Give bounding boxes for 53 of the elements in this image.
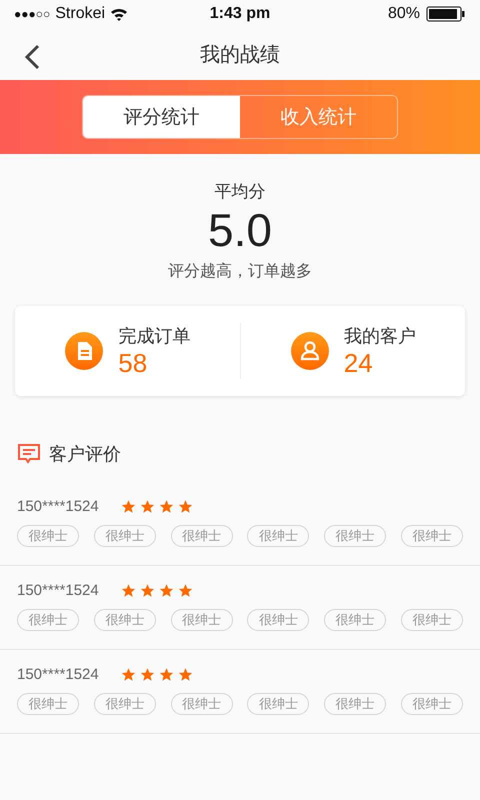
star-icon (120, 667, 136, 682)
score-value: 5.0 (208, 203, 272, 257)
carrier-name: Strokei (55, 5, 106, 23)
review-tag: 很绅士 (247, 609, 310, 631)
back-icon (24, 44, 40, 70)
star-icon (120, 583, 136, 598)
stat-value: 58 (118, 348, 148, 378)
stat-label: 我的客户 (344, 325, 416, 348)
review-tag: 很绅士 (247, 693, 310, 715)
review-tag: 很绅士 (324, 693, 386, 715)
review-tag: 很绅士 (247, 525, 310, 547)
review-tag: 很绅士 (400, 525, 463, 547)
battery-percent: 80% (388, 5, 420, 23)
section-title: 客户评价 (49, 443, 121, 466)
review-tag: 很绅士 (170, 525, 233, 547)
review-tag: 很绅士 (17, 609, 79, 631)
review-tag: 很绅士 (94, 609, 156, 631)
person-icon (290, 331, 330, 371)
page-title: 我的战绩 (200, 40, 280, 68)
star-icon (178, 499, 193, 514)
document-icon (64, 331, 104, 371)
star-icon (158, 583, 174, 598)
review-tag: 很绅士 (170, 693, 233, 715)
star-icon (178, 667, 193, 682)
signal-strength: ●●●○○ (14, 7, 50, 21)
review-tag: 很绅士 (170, 609, 233, 631)
star-icon (178, 583, 193, 598)
star-icon (140, 667, 155, 682)
comment-icon (17, 443, 41, 465)
review-tag: 很绅士 (17, 693, 79, 715)
star-icon (158, 499, 174, 514)
star-icon (158, 667, 174, 682)
review-tag: 很绅士 (324, 525, 386, 547)
customer-phone: 150****1524 (17, 582, 99, 599)
score-hint: 评分越高，订单越多 (168, 261, 312, 282)
review-tag: 很绅士 (94, 525, 156, 547)
review-tag: 很绅士 (94, 693, 156, 715)
stat-value: 24 (344, 348, 374, 378)
review-tag: 很绅士 (324, 609, 386, 631)
battery-icon (426, 6, 466, 22)
star-icon (140, 583, 155, 598)
review-tag: 很绅士 (400, 609, 463, 631)
customer-phone: 150****1524 (17, 498, 99, 515)
wifi-icon (110, 7, 128, 21)
score-label: 平均分 (214, 181, 266, 203)
review-tag: 很绅士 (17, 525, 79, 547)
customer-phone: 150****1524 (17, 666, 99, 683)
tab[interactable]: 评分统计 (83, 96, 240, 138)
star-icon (140, 499, 155, 514)
star-icon (120, 499, 136, 514)
review-tag: 很绅士 (400, 693, 463, 715)
clock-time: 1:43 pm (210, 5, 270, 23)
stat-label: 完成订单 (118, 325, 190, 348)
